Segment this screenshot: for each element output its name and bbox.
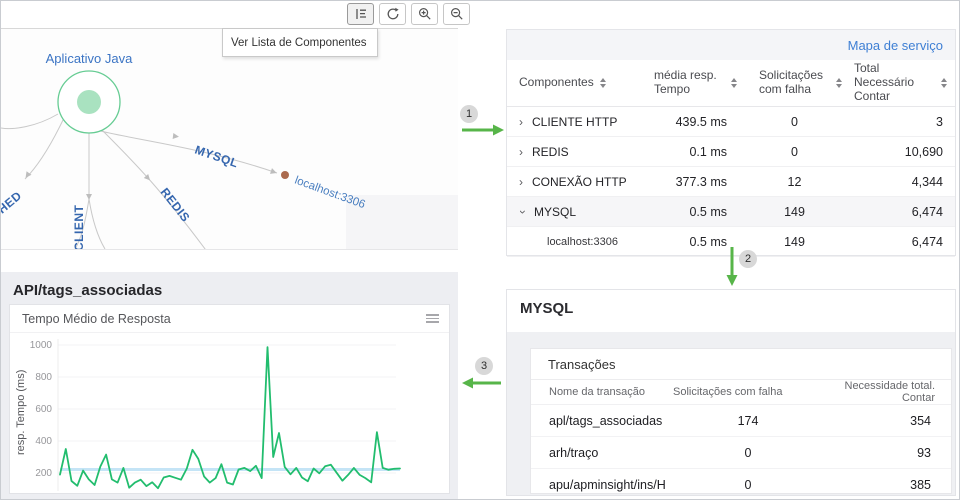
transaction-title: API/tags_associadas	[1, 272, 458, 299]
chevron-right-icon[interactable]: ›	[519, 146, 523, 158]
edge-label-redis[interactable]: REDIS	[158, 185, 193, 224]
component-list-button[interactable]	[347, 3, 374, 25]
transaction-row[interactable]: arh/traço 0 93	[531, 437, 951, 469]
app-node-core	[77, 90, 101, 114]
svg-text:200: 200	[35, 468, 52, 479]
chevron-down-icon[interactable]: ›	[517, 210, 529, 214]
chart-menu-icon[interactable]	[426, 314, 439, 323]
col-header-total[interactable]: Total Necessário Contar	[842, 62, 955, 103]
map-toolbar	[347, 3, 470, 25]
apm-dashboard: Ver Lista de Componentes	[0, 0, 960, 500]
response-time-line	[60, 347, 400, 488]
step-badge-1: 1	[460, 105, 478, 123]
col-header-tempo[interactable]: média resp. Tempo	[642, 69, 747, 97]
svg-text:600: 600	[35, 404, 52, 415]
transaction-row[interactable]: apu/apminsight/ins/H 0 385	[531, 469, 951, 496]
tooltip-text: Ver Lista de Componentes	[231, 37, 367, 49]
response-time-chart-card: Tempo Médio de Resposta 1000 800 600 400	[9, 304, 450, 494]
zoom-in-button[interactable]	[411, 3, 438, 25]
response-time-chart: 1000 800 600 400 200 resp. Tempo (ms)	[10, 333, 449, 493]
endpoint-dot[interactable]	[281, 171, 289, 179]
sort-icon[interactable]	[731, 78, 737, 88]
mysql-title: MYSQL	[507, 290, 955, 317]
edge-label-memcached[interactable]: CHED	[1, 188, 25, 222]
sort-icon[interactable]	[941, 78, 947, 88]
zoom-out-button[interactable]	[443, 3, 470, 25]
service-map-panel[interactable]: Aplicativo Java MYSQL localhost:3306 RED…	[1, 28, 458, 250]
table-row-mysql[interactable]: › MYSQL 0.5 ms 149 6,474	[507, 197, 955, 227]
transactions-header: Nome da transação Solicitações com falha…	[531, 380, 951, 405]
zoom-in-icon	[418, 7, 432, 21]
col-header-componentes[interactable]: Componentes	[507, 76, 642, 90]
y-axis-label: resp. Tempo (ms)	[15, 370, 27, 455]
step-badge-2: 2	[739, 250, 757, 268]
svg-text:400: 400	[35, 436, 52, 447]
table-row-redis[interactable]: › REDIS 0.1 ms 0 10,690	[507, 137, 955, 167]
service-map-link[interactable]: Mapa de serviço	[848, 38, 943, 53]
map-edges	[1, 114, 277, 249]
table-row-conexao-http[interactable]: › CONEXÃO HTTP 377.3 ms 12 4,344	[507, 167, 955, 197]
edge-label-mysql[interactable]: MYSQL	[193, 143, 240, 171]
chevron-right-icon[interactable]: ›	[519, 176, 523, 188]
component-list-tooltip: Ver Lista de Componentes	[222, 28, 378, 57]
mysql-card-body: Transações Nome da transação Solicitaçõe…	[507, 332, 955, 495]
y-axis-ticks: 1000 800 600 400 200	[30, 340, 53, 479]
service-table-header: Componentes média resp. Tempo Solicitaçõ…	[507, 60, 955, 107]
chevron-right-icon[interactable]: ›	[519, 116, 523, 128]
app-node-label[interactable]: Aplicativo Java	[46, 51, 133, 66]
zoom-out-icon	[450, 7, 464, 21]
transaction-detail-section: API/tags_associadas Tempo Médio de Respo…	[1, 272, 458, 500]
refresh-icon	[386, 7, 400, 21]
edge-label-client[interactable]: CLIENT	[72, 205, 86, 250]
mysql-detail-card: MYSQL Transações Nome da transação Solic…	[506, 289, 956, 496]
svg-text:1000: 1000	[30, 340, 53, 351]
table-row-localhost-3306[interactable]: localhost:3306 0.5 ms 149 6,474	[507, 227, 955, 257]
endpoint-label[interactable]: localhost:3306	[293, 175, 367, 212]
table-row-cliente-http[interactable]: › CLIENTE HTTP 439.5 ms 0 3	[507, 107, 955, 137]
service-table-card: Mapa de serviço Componentes média resp. …	[506, 29, 956, 256]
edge-arrowheads	[23, 133, 278, 200]
transaction-row[interactable]: apl/tags_associadas 174 354	[531, 405, 951, 437]
transactions-card: Transações Nome da transação Solicitaçõe…	[530, 348, 952, 494]
sort-icon[interactable]	[600, 78, 606, 88]
transactions-title: Transações	[531, 349, 951, 380]
chart-title: Tempo Médio de Resposta	[22, 312, 171, 326]
component-list-icon	[354, 7, 368, 21]
step-badge-3: 3	[475, 357, 493, 375]
service-table-titlebar: Mapa de serviço	[507, 30, 955, 60]
col-header-falha[interactable]: Solicitações com falha	[747, 69, 842, 97]
svg-text:800: 800	[35, 372, 52, 383]
refresh-button[interactable]	[379, 3, 406, 25]
